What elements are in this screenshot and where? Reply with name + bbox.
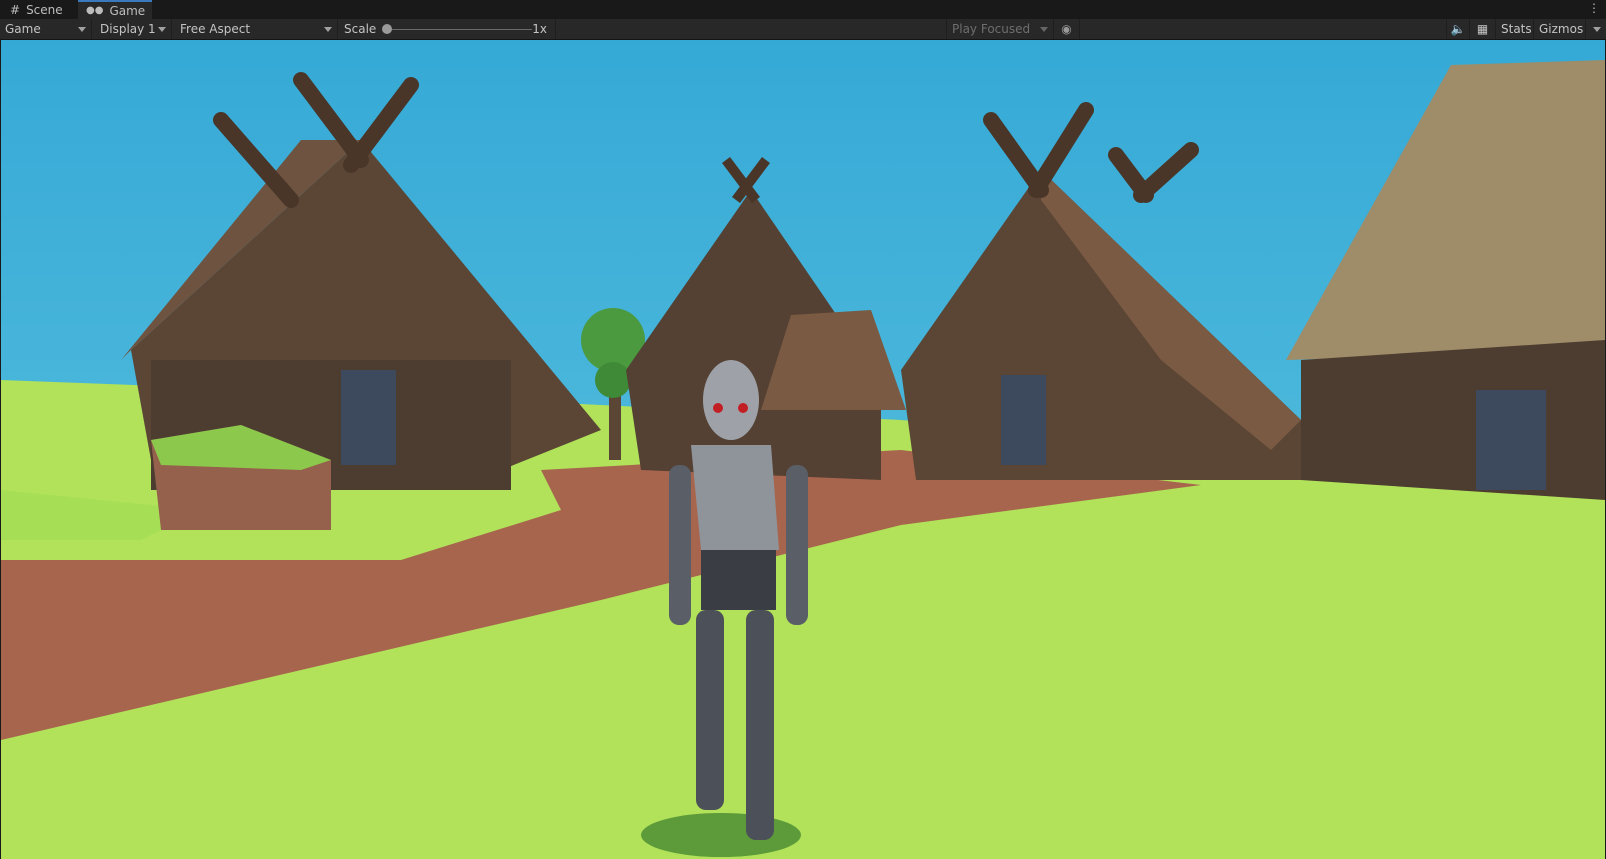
scale-value: 1x [532,22,547,36]
tab-bar: # Scene ●● Game ⋮ [0,0,1606,19]
view-select-label: Game [5,22,41,36]
scale-knob[interactable] [382,24,392,34]
tab-game[interactable]: ●● Game [78,0,152,19]
scale-slider[interactable]: Scale 1x [338,19,556,39]
game-toolbar: Game Display 1 Free Aspect Scale 1x Play… [0,19,1606,40]
debug-button[interactable]: ◉ [1054,19,1080,39]
gamepad-icon: ●● [86,5,104,16]
scale-label: Scale [344,22,377,36]
bug-icon: ◉ [1061,22,1072,36]
play-mode-select[interactable]: Play Focused [946,19,1054,39]
stats-label: Stats [1501,22,1532,36]
chevron-down-icon [1040,27,1048,32]
display-select[interactable]: Display 1 [92,19,172,39]
tab-scene[interactable]: # Scene [2,0,76,19]
view-select[interactable]: Game [0,19,92,39]
chevron-down-icon [1593,27,1601,32]
chevron-down-icon [78,27,86,32]
game-viewport[interactable] [1,40,1605,859]
gizmos-button[interactable]: Gizmos [1534,19,1586,39]
more-options-icon[interactable]: ⋮ [1588,1,1600,15]
tab-scene-label: Scene [26,2,63,17]
play-mode-label: Play Focused [952,22,1031,36]
keyboard-icon: ▦ [1476,22,1489,36]
shortcuts-button[interactable]: ▦ [1470,19,1496,39]
grid-icon: # [10,2,21,17]
scale-track[interactable] [390,29,532,30]
aspect-select[interactable]: Free Aspect [172,19,338,39]
gizmos-label: Gizmos [1539,22,1584,36]
speaker-icon: 🔈 [1450,22,1466,36]
chevron-down-icon [158,27,166,32]
game-render [1,40,1605,859]
mute-audio-button[interactable]: 🔈 [1446,19,1470,39]
gizmos-dropdown[interactable] [1586,19,1606,39]
chevron-down-icon [324,27,332,32]
tab-game-label: Game [109,3,146,18]
display-select-label: Display 1 [100,22,156,36]
stats-button[interactable]: Stats [1496,19,1534,39]
aspect-select-label: Free Aspect [180,22,251,36]
